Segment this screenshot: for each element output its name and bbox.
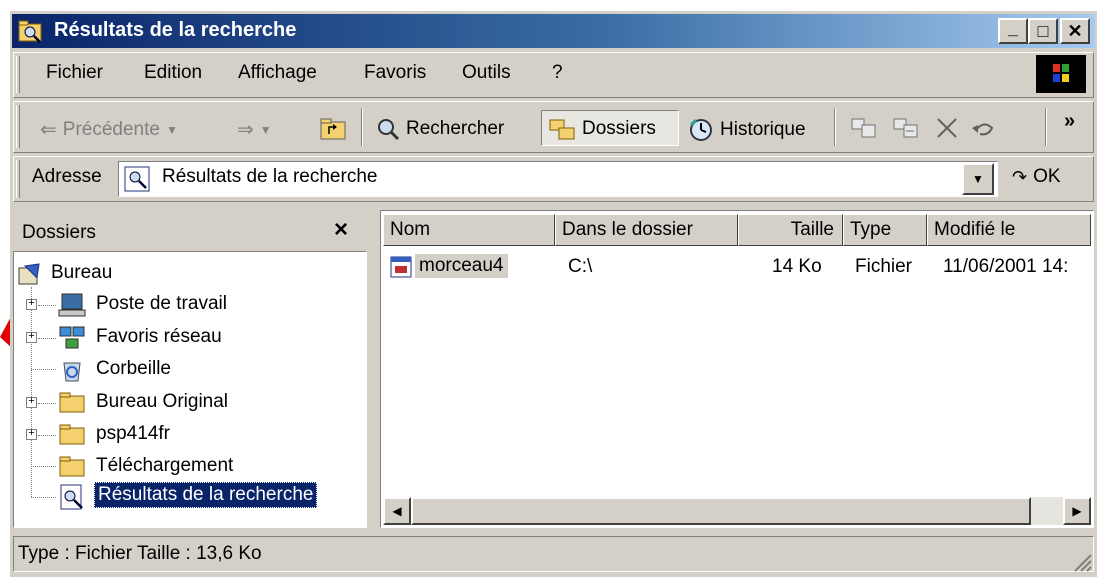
address-grip[interactable] — [16, 160, 20, 198]
tree-line — [31, 466, 56, 467]
result-modified: 11/06/2001 14: — [943, 256, 1069, 277]
search-folder-icon — [18, 20, 42, 43]
chevron-left-icon: ◀ — [392, 504, 402, 518]
toolbar-separator — [1045, 108, 1047, 146]
move-to-button[interactable] — [850, 116, 878, 140]
menu-help[interactable]: ? — [552, 62, 563, 84]
menu-grip[interactable] — [16, 56, 20, 93]
result-type: Fichier — [855, 256, 913, 277]
go-button[interactable]: ↷ OK — [1012, 166, 1061, 188]
go-arrow-icon: ↷ — [1012, 166, 1028, 187]
pane-splitter[interactable] — [367, 210, 380, 528]
folder-up-button[interactable] — [318, 115, 348, 141]
tree-line — [31, 497, 56, 498]
copy-to-button[interactable] — [892, 116, 920, 140]
folder-icon — [59, 392, 85, 413]
scroll-left-button[interactable]: ◀ — [383, 497, 411, 525]
status-text: Type : Fichier Taille : 13,6 Ko — [18, 543, 262, 564]
tree-line — [38, 403, 56, 404]
folder-up-icon — [320, 118, 346, 140]
windows-flag-icon — [1053, 64, 1069, 82]
address-dropdown-button[interactable]: ▼ — [962, 163, 994, 195]
back-button[interactable]: ⇐ Précédente ▼ — [40, 117, 178, 142]
menu-outils[interactable]: Outils — [462, 62, 511, 84]
column-header-dossier[interactable]: Dans le dossier — [555, 214, 738, 246]
scroll-right-button[interactable]: ▶ — [1063, 497, 1091, 525]
toolbar-separator — [834, 108, 836, 146]
file-icon — [390, 256, 412, 278]
history-button[interactable]: Historique — [688, 117, 806, 143]
move-to-icon — [851, 118, 876, 138]
windows-logo-box — [1036, 55, 1086, 93]
expand-icon[interactable]: + — [26, 332, 37, 343]
search-icon — [378, 119, 400, 141]
copy-to-icon — [893, 118, 918, 138]
network-icon — [59, 326, 85, 349]
address-label: Adresse — [32, 166, 102, 187]
computer-icon — [58, 293, 86, 317]
folders-icon — [549, 119, 575, 140]
search-results-icon — [124, 166, 150, 192]
menu-fichier[interactable]: Fichier — [46, 62, 103, 84]
menu-favoris[interactable]: Favoris — [364, 62, 426, 84]
back-arrow-icon: ⇐ — [40, 119, 57, 141]
minimize-button[interactable]: _ — [998, 18, 1028, 44]
address-value: Résultats de la recherche — [162, 166, 378, 187]
expand-icon[interactable]: + — [26, 397, 37, 408]
menu-affichage[interactable]: Affichage — [238, 62, 317, 84]
menu-edition[interactable]: Edition — [144, 62, 202, 84]
desktop-icon — [18, 263, 40, 285]
resize-grip-icon[interactable] — [1070, 550, 1092, 572]
result-name: morceau4 — [415, 254, 508, 278]
column-header-nom[interactable]: Nom — [383, 214, 555, 246]
toolbar-separator — [361, 108, 363, 146]
history-icon — [689, 118, 712, 141]
recycle-bin-icon — [63, 362, 81, 382]
delete-x-icon — [937, 118, 957, 138]
undo-button[interactable] — [970, 116, 998, 140]
scroll-thumb[interactable] — [411, 497, 1031, 525]
tree-line — [38, 305, 56, 306]
column-header-taille[interactable]: Taille — [738, 214, 843, 246]
close-button[interactable]: ✕ — [1060, 18, 1090, 44]
chevron-down-icon: ▼ — [165, 122, 178, 137]
folders-pane-title: Dossiers — [22, 222, 96, 243]
maximize-button[interactable]: □ — [1028, 18, 1058, 44]
search-button[interactable]: Rechercher — [376, 117, 504, 141]
expand-icon[interactable]: + — [26, 299, 37, 310]
folders-toggle-content: Dossiers — [548, 117, 656, 141]
close-folders-pane-button[interactable]: × — [334, 216, 348, 244]
tree-line — [38, 338, 56, 339]
folder-icon — [59, 456, 85, 477]
expand-icon[interactable]: + — [26, 429, 37, 440]
toolbar-grip[interactable] — [16, 105, 20, 148]
chevron-right-icon: ▶ — [1072, 504, 1082, 518]
delete-button[interactable] — [934, 116, 960, 140]
window-title: Résultats de la recherche — [54, 19, 297, 41]
tree-line — [38, 435, 56, 436]
chevron-down-icon: ▼ — [259, 122, 272, 137]
tree-line — [31, 369, 56, 370]
column-header-modifie[interactable]: Modifié le — [927, 214, 1091, 246]
folder-icon — [59, 424, 85, 445]
result-folder: C:\ — [568, 256, 593, 277]
forward-button[interactable]: ⇒ ▼ — [237, 117, 272, 142]
result-size: 14 Ko — [772, 256, 822, 277]
toolbar-more-button[interactable]: » — [1064, 110, 1075, 133]
undo-icon — [972, 123, 994, 136]
chevron-down-icon: ▼ — [972, 172, 984, 186]
forward-arrow-icon: ⇒ — [237, 119, 254, 141]
column-header-type[interactable]: Type — [843, 214, 927, 246]
search-results-icon — [60, 484, 83, 510]
